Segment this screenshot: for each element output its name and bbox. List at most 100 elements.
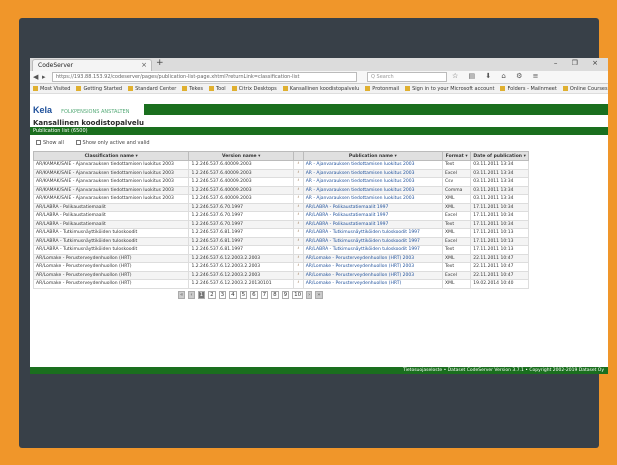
col-format[interactable]: Format ▾ xyxy=(441,151,472,161)
page-button[interactable]: 4 xyxy=(229,290,237,299)
col-date[interactable]: Date of publication ▾ xyxy=(470,151,529,161)
cell-publication[interactable]: AR/Lomake - Perusterveydenhuollon (HRT) … xyxy=(302,262,443,272)
cell-version: 1.2.246.537.6.40009.2003 xyxy=(188,160,294,170)
cell-version: 1.2.246.537.6.70.1997 xyxy=(188,219,294,229)
cell-publication[interactable]: AR - Ajanvarauksen tiedottamisen luokitu… xyxy=(302,168,443,178)
new-tab-icon[interactable]: + xyxy=(156,58,164,68)
url-field[interactable]: https://193.88.153.92/codeserver/pages/p… xyxy=(52,72,357,82)
download-icon[interactable]: ꜜ xyxy=(292,160,304,170)
page-button[interactable]: 8 xyxy=(271,290,279,299)
col-publication[interactable]: Publication name ▾ xyxy=(302,151,443,161)
bookmark-item[interactable]: Folders - Mailnmeet xyxy=(500,86,557,92)
search-input[interactable]: Q Search xyxy=(367,72,447,82)
bookmark-label: Protonmail xyxy=(372,86,400,92)
nav-info[interactable]: Info xyxy=(164,113,173,124)
site-title: Kansallinen koodistopalvelu xyxy=(33,119,145,127)
cell-publication[interactable]: AR/LABRA - Tutkimusnäyttiköiden tuloskoo… xyxy=(302,245,443,255)
download-icon[interactable]: ꜜ xyxy=(292,211,304,221)
page-button[interactable]: 10 xyxy=(292,290,304,299)
bookmark-item[interactable]: Most Visited xyxy=(33,86,70,92)
download-icon[interactable]: ꜜ xyxy=(292,185,304,195)
cell-publication[interactable]: AR/LABRA - Polikaustatiemaalit 1997 xyxy=(302,202,443,212)
pagination: «‹ 1 2 3 4 5 6 7 8 9 10 ›» xyxy=(178,290,608,299)
bookmark-item[interactable]: Tekes xyxy=(182,86,203,92)
download-icon[interactable]: ꜜ xyxy=(292,177,304,187)
cell-format: Excel xyxy=(441,168,472,178)
close-tab-icon[interactable]: × xyxy=(141,61,147,69)
cell-publication[interactable]: AR - Ajanvarauksen tiedottamisen luokitu… xyxy=(302,194,443,204)
bookmark-item[interactable]: Protonmail xyxy=(365,86,399,92)
cell-date: 17.11.2011 10:13 xyxy=(470,228,529,238)
cell-version: 1.2.246.537.6.40009.2003 xyxy=(188,185,294,195)
back-icon[interactable]: ◀ xyxy=(33,73,38,81)
page-button[interactable]: 5 xyxy=(239,290,248,299)
cell-publication[interactable]: AR - Ajanvarauksen tiedottamisen luokitu… xyxy=(302,185,443,195)
cell-publication[interactable]: AR/LABRA - Polikaustatiemaalit 1997 xyxy=(302,219,443,229)
cell-publication[interactable]: AR/Lomake - Perusterveydenhuollon (HRT) … xyxy=(302,253,443,263)
download-icon[interactable]: ꜜ xyxy=(292,228,304,238)
download-icon[interactable]: ꜜ xyxy=(292,202,304,212)
bookmark-item[interactable]: Citrix Desktops xyxy=(231,86,277,92)
cell-publication[interactable]: AR/Lomake - Perusterveydenhuollon (HRT) xyxy=(302,279,443,289)
download-icon[interactable]: ꜜ xyxy=(292,236,304,246)
nav-start[interactable]: Start xyxy=(232,113,244,124)
table-row: AR/KAMAK/SAIE - Ajanvarauksen tiedottami… xyxy=(32,160,529,170)
cell-publication[interactable]: AR - Ajanvarauksen tiedottamisen luokitu… xyxy=(302,177,443,187)
window-controls[interactable]: – ❐ × xyxy=(554,59,604,67)
cell-version: 1.2.246.537.6.40009.2003 xyxy=(188,194,294,204)
download-icon[interactable]: ꜜ xyxy=(292,270,304,280)
download-icon[interactable]: ꜜ xyxy=(292,168,304,178)
cell-publication[interactable]: AR - Ajanvarauksen tiedottamisen luokitu… xyxy=(302,160,443,170)
cell-publication[interactable]: AR/LABRA - Tutkimusnäyttiköiden tuloskoo… xyxy=(302,228,443,238)
page-button[interactable]: 7 xyxy=(260,290,269,299)
col-version[interactable]: Version name ▾ xyxy=(188,151,294,161)
table-row: AR/LABRA - Tutkimusnäyttiköiden tuloskoo… xyxy=(32,236,529,246)
page-button[interactable]: 9 xyxy=(281,290,290,299)
col-classification[interactable]: Classification name ▾ xyxy=(32,151,190,161)
checkbox-icon xyxy=(75,140,81,145)
toolbar-icons[interactable]: ☆ ▤ ⬇ ⌂ ⚙ ≡ xyxy=(452,72,542,80)
cell-format: Text xyxy=(441,160,472,170)
bookmark-item[interactable]: Getting Started xyxy=(76,86,122,92)
table-row: AR/KAMAK/SAIE - Ajanvarauksen tiedottami… xyxy=(32,185,529,195)
bookmark-item[interactable]: Standard Center xyxy=(128,86,176,92)
show-all-checkbox[interactable]: Show all xyxy=(36,140,64,146)
download-icon[interactable]: ꜜ xyxy=(292,262,304,272)
forward-icon[interactable]: ▸ xyxy=(42,73,46,81)
kela-logo[interactable]: Kela FOLKPENSIONS ANSTALTEN Kansallinen … xyxy=(33,98,144,127)
cell-date: 17.11.2011 10:34 xyxy=(470,202,529,212)
bookmark-item[interactable]: Kansallinen koodistopalvelu xyxy=(282,86,359,92)
download-icon[interactable]: ꜜ xyxy=(292,245,304,255)
cell-date: 03.11.2011 13:34 xyxy=(470,185,529,195)
page-button[interactable]: 6 xyxy=(250,290,258,299)
bookmark-icon xyxy=(365,86,371,91)
download-icon[interactable]: ꜜ xyxy=(292,219,304,229)
download-icon[interactable]: ꜜ xyxy=(292,194,304,204)
show-valid-checkbox[interactable]: Show only active and valid xyxy=(75,140,150,146)
bookmark-item[interactable]: Sign in to your Microsoft account xyxy=(405,86,494,92)
cell-publication[interactable]: AR/LABRA - Tutkimusnäyttiköiden tuloskoo… xyxy=(302,236,443,246)
page-button[interactable]: 1 xyxy=(197,290,206,299)
tab-title: CodeServer xyxy=(38,62,74,69)
page-button[interactable]: 3 xyxy=(218,290,227,299)
cell-date: 19.02.2014 10:40 xyxy=(470,279,529,289)
cell-publication[interactable]: AR/Lomake - Perusterveydenhuollon (HRT) … xyxy=(302,270,443,280)
download-icon[interactable]: ꜜ xyxy=(292,253,304,263)
bookmark-icon xyxy=(500,86,506,91)
page-title: Publication list (6500) xyxy=(30,127,608,135)
table-row: AR/LABRA - Polikaustatiemaalit 1.2.246.53… xyxy=(32,219,529,229)
first-page-button[interactable]: « xyxy=(178,290,186,299)
browser-tab[interactable]: CodeServer × xyxy=(32,59,152,71)
cell-date: 17.11.2011 10:34 xyxy=(470,219,529,229)
web-page: Kela FOLKPENSIONS ANSTALTEN Kansallinen … xyxy=(30,95,608,374)
page-button[interactable]: 2 xyxy=(208,290,216,299)
next-page-button[interactable]: › xyxy=(306,290,313,299)
download-icon[interactable]: ꜜ xyxy=(292,279,304,289)
nav-publications[interactable]: Publications xyxy=(188,113,218,124)
last-page-button[interactable]: » xyxy=(315,290,323,299)
bookmark-item[interactable]: Online Courses xyxy=(562,86,608,92)
cell-publication[interactable]: AR/LABRA - Polikaustatiemaalit 1997 xyxy=(302,211,443,221)
prev-page-button[interactable]: ‹ xyxy=(188,290,195,299)
bookmark-item[interactable]: Tool xyxy=(208,86,226,92)
cell-classification: AR/Lomake - Perusterveydenhuollon (HRT) xyxy=(32,262,190,272)
